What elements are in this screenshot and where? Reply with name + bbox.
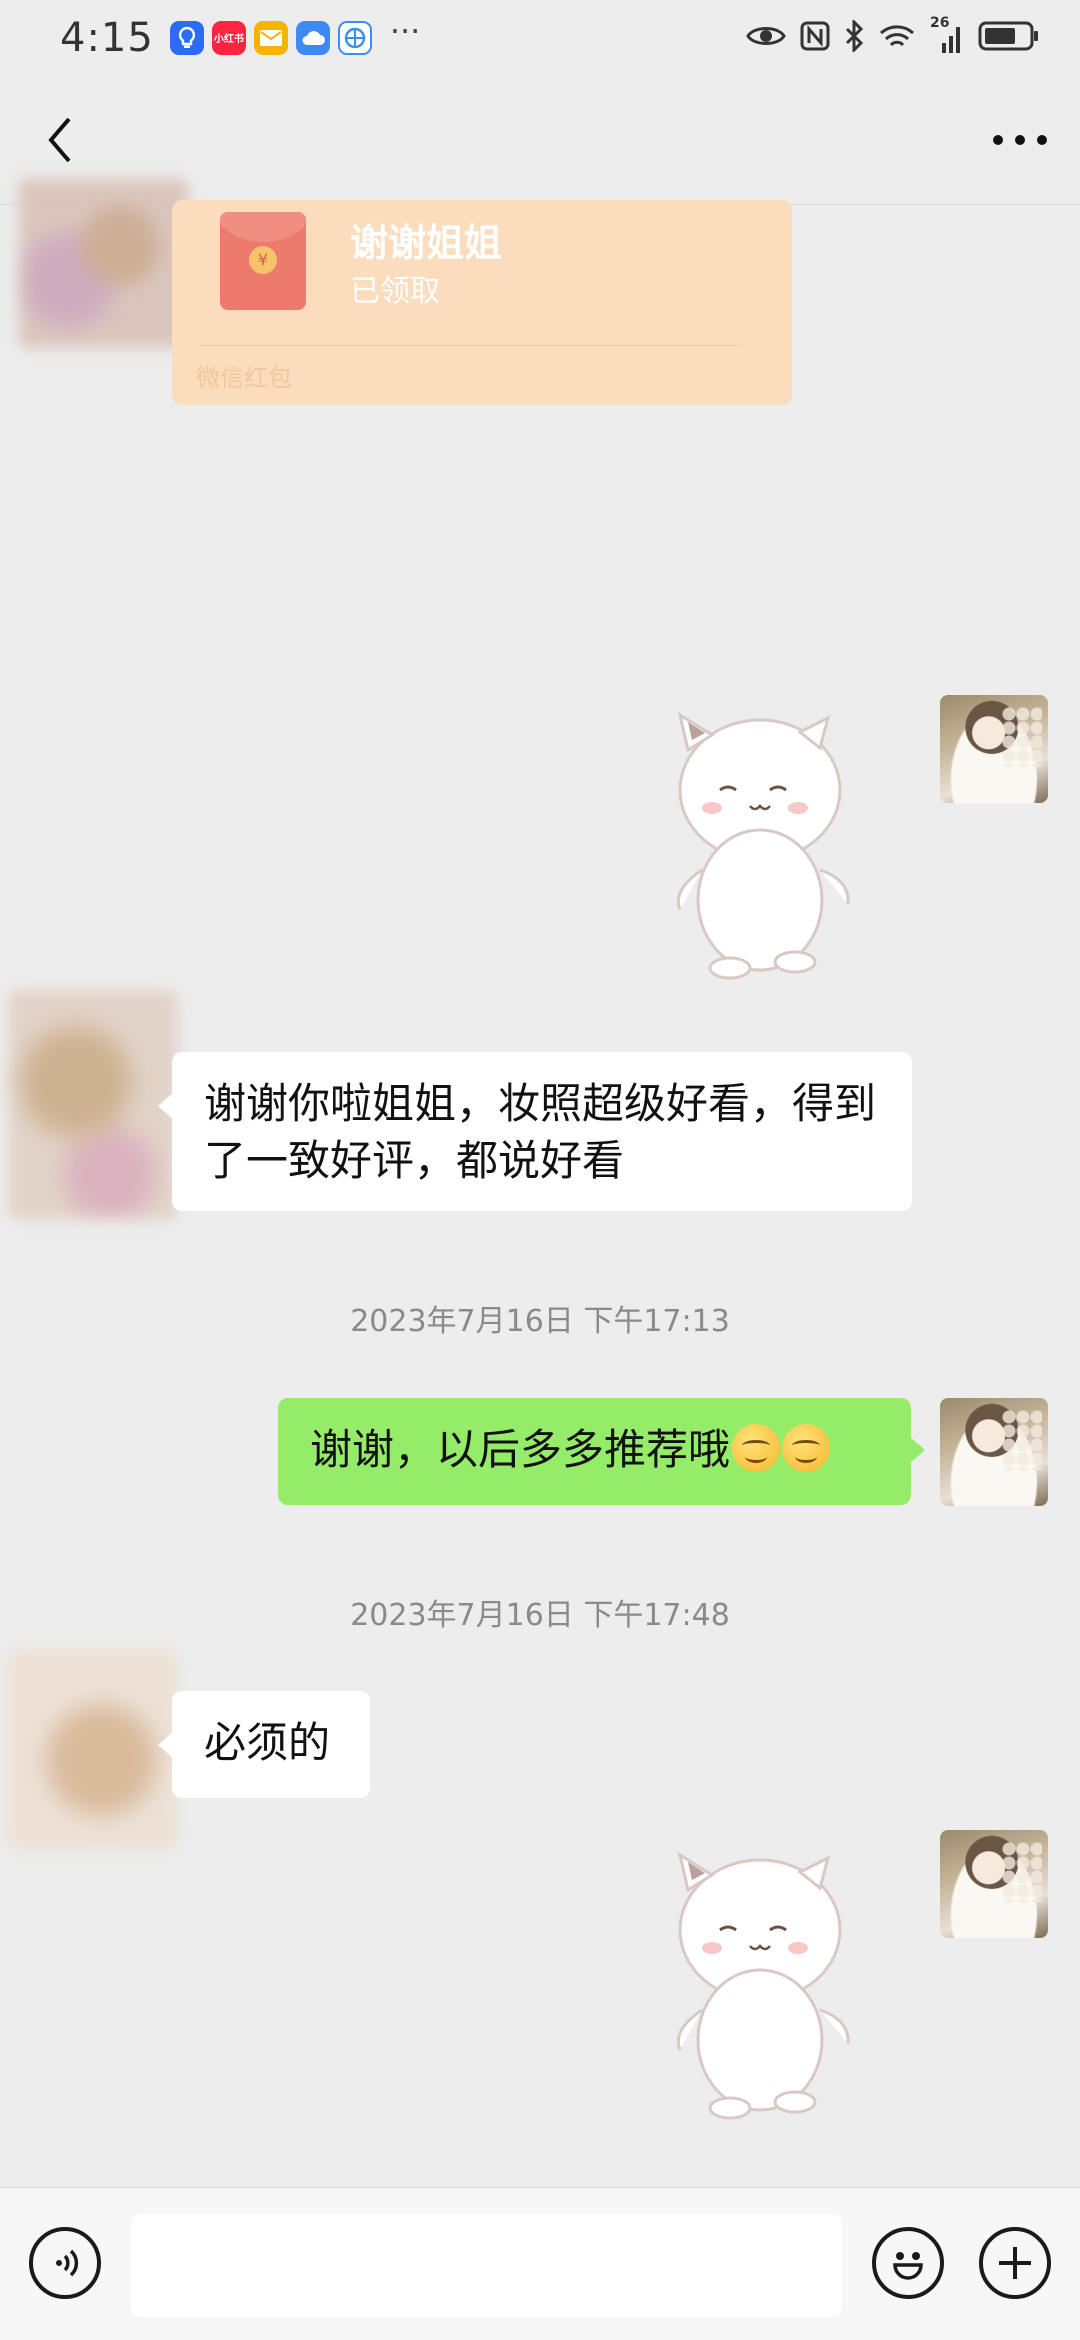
contact-avatar[interactable] bbox=[18, 178, 188, 348]
chat-input-bar bbox=[0, 2187, 1080, 2340]
nfc-icon bbox=[800, 21, 830, 55]
status-indicators: 26 bbox=[746, 0, 1040, 75]
red-packet-card[interactable]: ¥ 谢谢姐姐 已领取 微信红包 bbox=[172, 200, 792, 405]
contact-avatar[interactable] bbox=[8, 1650, 178, 1850]
red-packet-status: 已领取 bbox=[350, 274, 440, 309]
cat-sticker[interactable] bbox=[650, 700, 870, 980]
message-bubble-incoming[interactable]: 谢谢你啦姐姐，妆照超级好看，得到了一致好评，都说好看 bbox=[158, 1052, 912, 1211]
message-bubble-outgoing[interactable]: 谢谢，以后多多推荐哦 bbox=[278, 1398, 925, 1505]
more-functions-button[interactable] bbox=[979, 2227, 1051, 2299]
more-notifications-icon: ··· bbox=[389, 11, 421, 50]
voice-input-button[interactable] bbox=[29, 2227, 101, 2299]
signal-icon: 26 bbox=[930, 15, 964, 55]
more-options-button[interactable] bbox=[985, 110, 1055, 170]
wifi-icon bbox=[878, 21, 916, 55]
red-packet-icon: ¥ bbox=[220, 212, 306, 310]
red-packet-title: 谢谢姐姐 bbox=[350, 221, 503, 265]
chevron-left-icon bbox=[48, 117, 71, 163]
cloud-app-icon bbox=[295, 20, 330, 55]
eye-icon bbox=[746, 23, 786, 53]
red-packet-divider bbox=[196, 345, 742, 346]
back-button[interactable] bbox=[30, 110, 90, 170]
bulb-app-icon bbox=[169, 20, 204, 55]
smile-emoji-icon bbox=[732, 1424, 781, 1472]
message-bubble-incoming[interactable]: 必须的 bbox=[158, 1691, 370, 1798]
xiaohongshu-app-icon: 小红书 bbox=[211, 20, 246, 55]
smiley-icon bbox=[893, 2252, 923, 2280]
message-input[interactable] bbox=[131, 2214, 842, 2317]
message-timestamp: 2023年7月16日 下午17:48 bbox=[350, 1598, 730, 1633]
contact-avatar[interactable] bbox=[8, 990, 178, 1220]
message-text: 必须的 bbox=[204, 1718, 331, 1767]
message-text: 谢谢你啦姐姐，妆照超级好看，得到了一致好评，都说好看 bbox=[204, 1079, 877, 1185]
plus-icon bbox=[999, 2247, 1031, 2279]
self-avatar[interactable] bbox=[940, 1398, 1048, 1506]
cat-sticker[interactable] bbox=[650, 1840, 870, 2120]
voice-icon bbox=[56, 2249, 79, 2277]
emoji-button[interactable] bbox=[872, 2227, 944, 2299]
red-packet-footer: 微信红包 bbox=[196, 364, 292, 392]
notification-icons: 小红书 ··· bbox=[169, 12, 420, 55]
red-packet-coin: ¥ bbox=[249, 246, 277, 274]
status-time: 4:15 bbox=[60, 14, 154, 61]
more-dots-icon bbox=[993, 135, 1047, 145]
smile-emoji-icon bbox=[782, 1424, 831, 1472]
message-text: 谢谢，以后多多推荐哦 bbox=[310, 1425, 731, 1474]
browser-app-icon bbox=[337, 20, 372, 55]
self-avatar[interactable] bbox=[940, 695, 1048, 803]
mail-app-icon bbox=[253, 20, 288, 55]
status-bar: 4:15 小红书 ··· 26 bbox=[0, 0, 1080, 75]
battery-icon bbox=[978, 21, 1040, 55]
self-avatar[interactable] bbox=[940, 1830, 1048, 1938]
message-timestamp: 2023年7月16日 下午17:13 bbox=[350, 1304, 730, 1339]
bluetooth-icon bbox=[844, 17, 864, 56]
